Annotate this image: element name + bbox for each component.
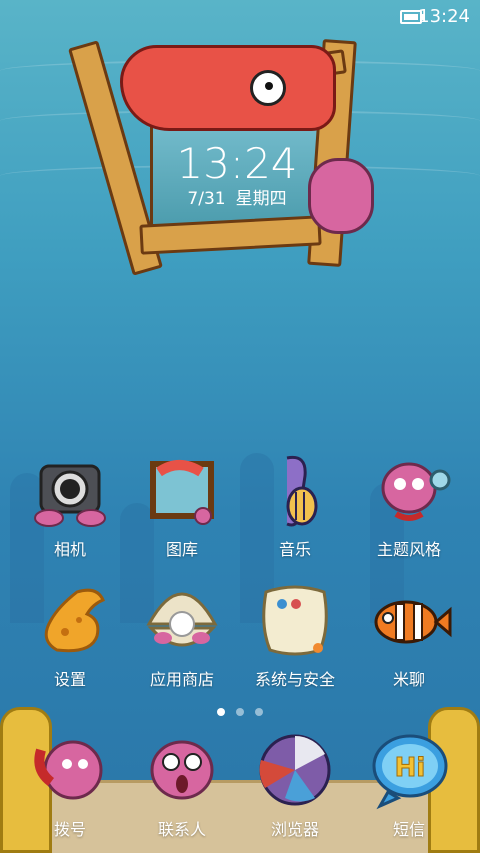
app-label: 相机 — [53, 540, 86, 559]
app-label: 主题风格 — [376, 540, 441, 559]
app-label: 图库 — [165, 540, 198, 559]
app-security[interactable]: 系统与安全 — [240, 580, 350, 690]
themes-icon — [366, 450, 452, 530]
dock-phone[interactable]: 拨号 — [15, 730, 125, 840]
page-dot[interactable] — [236, 708, 244, 716]
weekday-text: 星期四 — [235, 189, 287, 209]
dock-browser[interactable]: 浏览器 — [240, 730, 350, 840]
contacts-icon — [139, 730, 225, 810]
page-dot[interactable] — [216, 708, 225, 716]
browser-icon — [252, 730, 338, 810]
app-label: 短信 — [392, 820, 425, 839]
status-bar: 13:24 — [0, 0, 480, 36]
security-icon — [252, 580, 338, 660]
status-time: 13:24 — [418, 6, 470, 27]
app-label: 浏览器 — [270, 820, 319, 839]
app-label: 应用商店 — [149, 670, 214, 689]
date-text: 7/31 — [187, 189, 226, 209]
app-label: 音乐 — [278, 540, 311, 559]
music-icon — [252, 450, 338, 530]
shrimp-illustration — [120, 45, 336, 131]
gallery-icon — [139, 450, 225, 530]
app-store-icon — [139, 580, 225, 660]
clock-time: 13:24 — [176, 139, 298, 188]
app-label: 米聊 — [392, 670, 425, 689]
page-indicator[interactable] — [0, 701, 480, 720]
clock-date: 7/31 星期四 — [170, 184, 304, 209]
hi-badge-text: Hi — [395, 753, 426, 783]
app-gallery[interactable]: 图库 — [127, 450, 237, 560]
app-camera[interactable]: 相机 — [15, 450, 125, 560]
octopus-illustration — [308, 158, 374, 234]
app-music[interactable]: 音乐 — [240, 450, 350, 560]
dock-contacts[interactable]: 联系人 — [127, 730, 237, 840]
app-miliao[interactable]: 米聊 — [354, 580, 464, 690]
app-themes[interactable]: 主题风格 — [354, 450, 464, 560]
app-store[interactable]: 应用商店 — [127, 580, 237, 690]
camera-icon — [27, 450, 113, 530]
dock-messages[interactable]: Hi 短信 — [354, 730, 464, 840]
app-label: 联系人 — [157, 820, 206, 839]
page-dot[interactable] — [255, 708, 264, 716]
app-settings[interactable]: 设置 — [15, 580, 125, 690]
app-label: 拨号 — [53, 820, 86, 839]
shrimp-eye — [250, 70, 286, 106]
messages-icon: Hi — [366, 730, 452, 810]
app-label: 系统与安全 — [254, 670, 335, 689]
app-label: 设置 — [53, 670, 86, 689]
miliao-icon — [366, 580, 452, 660]
settings-icon — [27, 580, 113, 660]
phone-icon — [27, 730, 113, 810]
